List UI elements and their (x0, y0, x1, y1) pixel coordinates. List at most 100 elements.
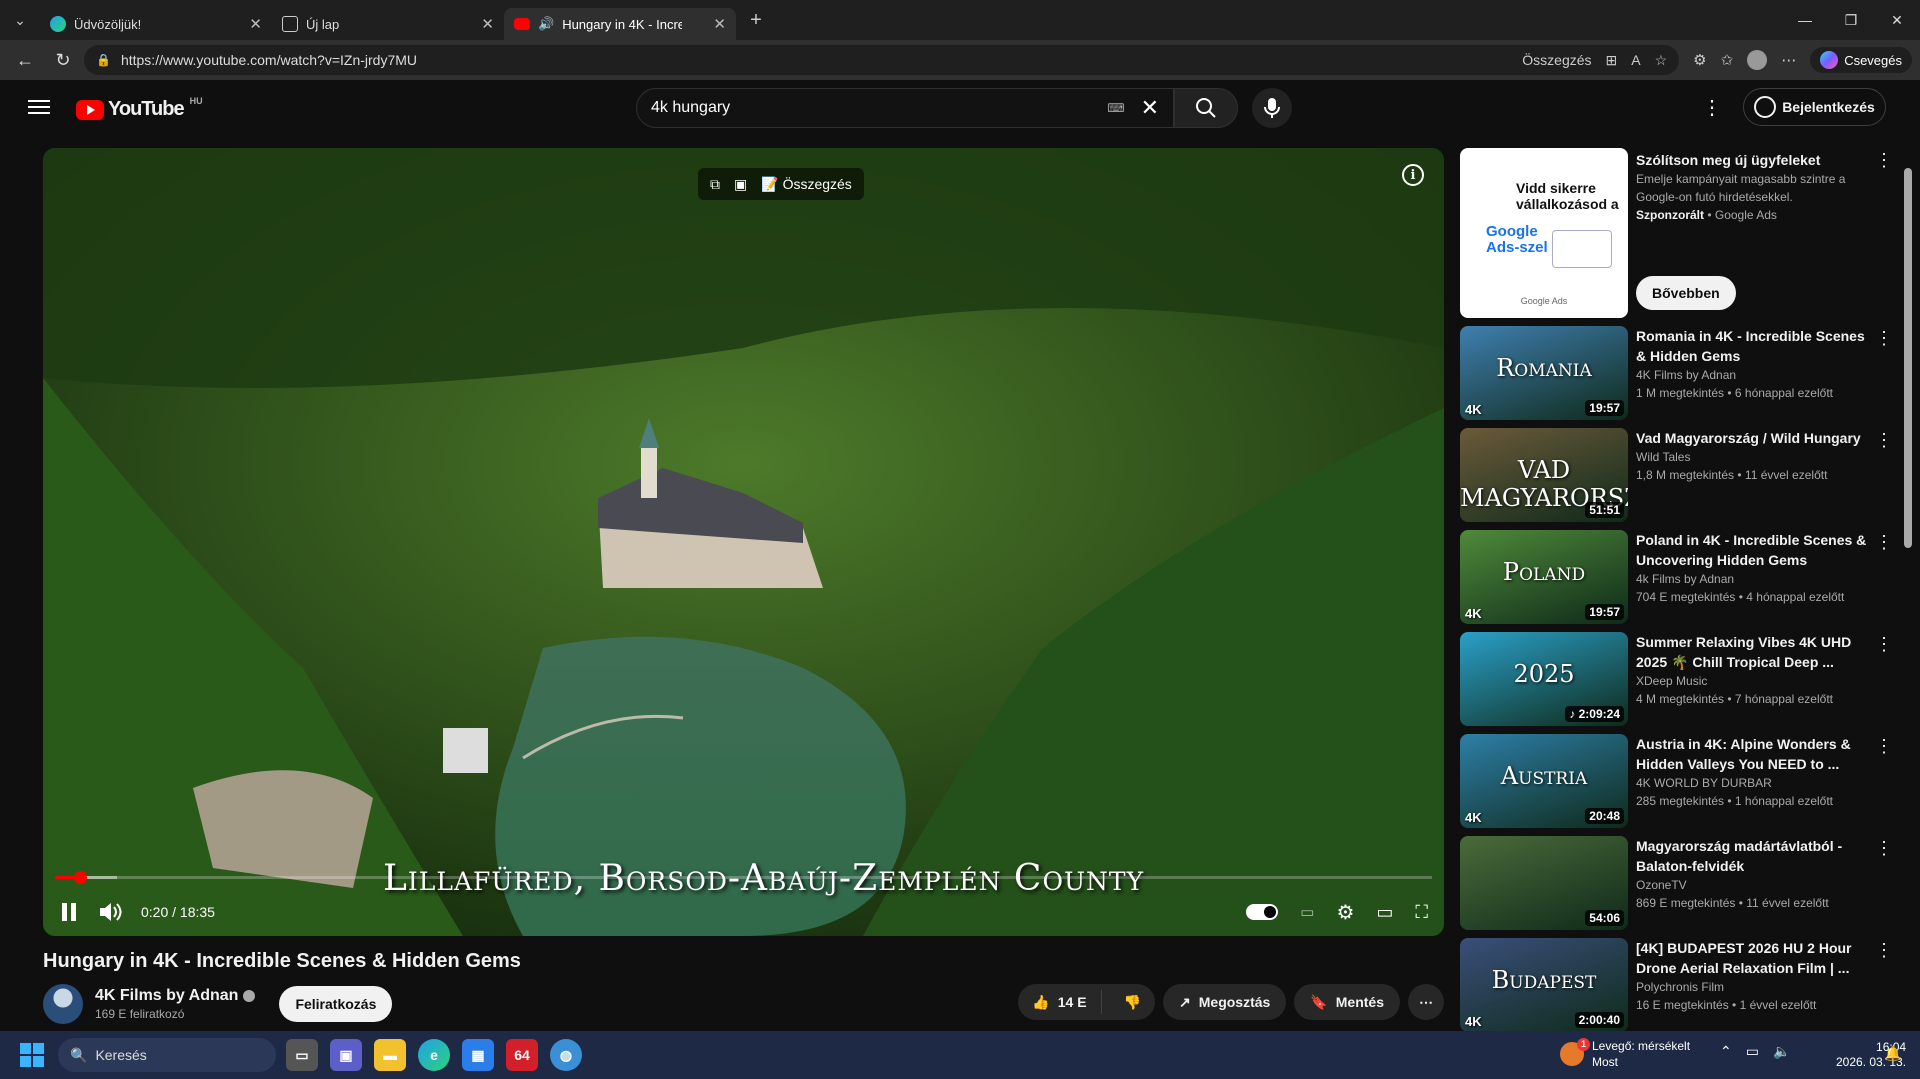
recommendation-item[interactable]: Budapest 4K 2:00:40 [4K] BUDAPEST 2026 HU 2… (1460, 938, 1896, 1040)
profile-avatar[interactable] (1747, 50, 1768, 70)
recommendation-more-icon[interactable]: ⋮ (1872, 430, 1896, 451)
channel-name[interactable]: 4K Films by Adnan (95, 987, 256, 1005)
subscribe-button[interactable]: Feliratkozás (279, 986, 393, 1022)
recommendation-item[interactable]: Austria 4K 20:48 Austria in 4K: Alpine Wond… (1460, 734, 1896, 836)
recommendation-title[interactable]: Poland in 4K - Incredible Scenes & Uncov… (1636, 530, 1868, 570)
more-actions-button[interactable]: ⋯ (1408, 984, 1444, 1020)
apps-icon[interactable]: ⊞ (1606, 52, 1618, 69)
lock-icon[interactable]: 🔒 (96, 53, 111, 67)
recommendation-thumbnail[interactable]: Romania 4K 19:57 (1460, 326, 1628, 420)
recommendation-channel[interactable]: Wild Tales (1636, 448, 1868, 466)
recommendation-more-icon[interactable]: ⋮ (1872, 634, 1896, 655)
volume-tray-icon[interactable]: 🔈 (1773, 1043, 1790, 1060)
search-input[interactable]: 4k hungary ⌨ ✕ (636, 88, 1174, 128)
recommendation-title[interactable]: Romania in 4K - Incredible Scenes & Hidd… (1636, 326, 1868, 366)
recommendation-more-icon[interactable]: ⋮ (1872, 940, 1896, 961)
recommendation-thumbnail[interactable]: 2025 ♪ 2:09:24 (1460, 632, 1628, 726)
copilot-button[interactable]: Csevegés (1810, 47, 1912, 73)
learn-more-button[interactable]: Bővebben (1636, 276, 1736, 310)
favorite-star-icon[interactable]: ☆ (1655, 52, 1668, 69)
speaker-icon[interactable]: 🔊 (538, 16, 554, 32)
teams-icon[interactable]: ▣ (330, 1039, 362, 1071)
favorites-icon[interactable]: ✩ (1721, 51, 1734, 69)
recommendation-channel[interactable]: Polychronis Film (1636, 978, 1868, 996)
extensions-icon[interactable]: ⚙ (1693, 51, 1706, 69)
recommendation-title[interactable]: Austria in 4K: Alpine Wonders & Hidden V… (1636, 734, 1868, 774)
close-tab-icon[interactable]: ✕ (481, 15, 494, 33)
close-window-icon[interactable]: ✕ (1874, 0, 1920, 40)
close-tab-icon[interactable]: ✕ (249, 15, 262, 33)
more-icon[interactable]: ⋯ (1781, 51, 1796, 69)
recommendation-channel[interactable]: OzoneTV (1636, 876, 1868, 894)
chevron-up-icon[interactable]: ⌃ (1720, 1043, 1732, 1060)
restore-icon[interactable]: ❐ (1828, 0, 1874, 40)
recommendation-thumbnail[interactable]: Austria 4K 20:48 (1460, 734, 1628, 828)
globe-app-icon[interactable]: ◍ (550, 1039, 582, 1071)
like-button[interactable]: 👍 14 E (1018, 990, 1102, 1014)
subtitles-icon[interactable]: ▭ (1300, 903, 1314, 921)
ad-more-icon[interactable]: ⋮ (1872, 150, 1896, 171)
settings-menu-icon[interactable]: ⋮ (1700, 96, 1724, 120)
recommendation-item[interactable]: VAD MAGYARORSZÁG51:51 Vad Magyarország / … (1460, 428, 1896, 530)
voice-search-button[interactable] (1252, 88, 1292, 128)
new-tab-button[interactable]: + (740, 4, 772, 36)
recommendation-item[interactable]: 2025 ♪ 2:09:24 Summer Relaxing Vibes 4K UH… (1460, 632, 1896, 734)
menu-icon[interactable] (28, 96, 50, 118)
edge-browser-icon[interactable]: e (418, 1039, 450, 1071)
video-player[interactable]: ⧉ ▣ 📝 Összegzés i Lillafüred, Borsod-Aba… (43, 148, 1444, 936)
clear-search-icon[interactable]: ✕ (1141, 95, 1159, 121)
recommendation-more-icon[interactable]: ⋮ (1872, 736, 1896, 757)
recommendation-more-icon[interactable]: ⋮ (1872, 838, 1896, 859)
network-icon[interactable]: ▭ (1746, 1043, 1759, 1060)
summary-pill[interactable]: 📝 Összegzés (761, 176, 852, 193)
recommendation-channel[interactable]: 4K WORLD BY DURBAR (1636, 774, 1868, 792)
tab-actions-menu[interactable]: ⌄ (0, 0, 40, 40)
save-button[interactable]: 🔖 Mentés (1294, 984, 1400, 1020)
dislike-button[interactable]: 👎 (1110, 994, 1155, 1011)
recommendation-title[interactable]: Vad Magyarország / Wild Hungary (1636, 428, 1868, 448)
read-aloud-icon[interactable]: A (1631, 52, 1640, 68)
recommendation-channel[interactable]: 4K Films by Adnan (1636, 366, 1868, 384)
url-field[interactable]: 🔒 https://www.youtube.com/watch?v=IZn-jr… (84, 45, 1680, 75)
channel-avatar[interactable] (43, 984, 83, 1024)
share-button[interactable]: ↗ Megosztás (1163, 984, 1287, 1020)
recommendation-thumbnail[interactable]: Poland 4K 19:57 (1460, 530, 1628, 624)
recommendation-item[interactable]: Romania 4K 19:57 Romania in 4K - Incredible… (1460, 326, 1896, 428)
recommendation-item[interactable]: 54:06 Magyarország madártávlatból - Balat… (1460, 836, 1896, 938)
close-tab-icon[interactable]: ✕ (713, 15, 726, 33)
file-explorer-icon[interactable]: ▬ (374, 1039, 406, 1071)
start-icon[interactable] (20, 1043, 44, 1067)
scrubber-handle[interactable] (73, 871, 87, 884)
app-64-icon[interactable]: 64 (506, 1039, 538, 1071)
tab-new[interactable]: Új lap ✕ (272, 8, 504, 40)
fullscreen-icon[interactable]: ⛶ (1415, 902, 1428, 923)
recommendation-item[interactable]: Poland 4K 19:57 Poland in 4K - Incredible S… (1460, 530, 1896, 632)
recommendation-channel[interactable]: XDeep Music (1636, 672, 1868, 690)
recommendation-title[interactable]: [4K] BUDAPEST 2026 HU 2 Hour Drone Aeria… (1636, 938, 1868, 978)
autoplay-toggle[interactable] (1246, 904, 1279, 920)
ad-title[interactable]: Szólítson meg új ügyfeleket (1636, 150, 1896, 170)
tab-youtube[interactable]: 🔊 Hungary in 4K - Incredible Sce ✕ (504, 8, 736, 40)
recommendation-thumbnail[interactable]: 54:06 (1460, 836, 1628, 930)
settings-gear-icon[interactable]: ⚙ (1336, 900, 1354, 925)
progress-bar[interactable] (55, 871, 1432, 884)
recommendation-title[interactable]: Magyarország madártávlatból - Balaton-fe… (1636, 836, 1868, 876)
scrollbar[interactable] (1904, 168, 1912, 548)
youtube-logo[interactable]: YouTube HU (76, 96, 203, 121)
volume-icon[interactable] (97, 900, 123, 924)
refresh-icon[interactable]: ↻ (46, 44, 80, 76)
taskbar-search[interactable]: 🔍 Keresés (58, 1038, 276, 1072)
ad-image[interactable]: Vidd sikerre vállalkozásod a Google Ads-… (1460, 148, 1628, 318)
weather-widget[interactable]: 1 Levegő: mérsékelt Most (1560, 1038, 1690, 1070)
minimize-icon[interactable]: — (1782, 0, 1828, 40)
notification-bell-icon[interactable]: 🔔 (1884, 1045, 1901, 1062)
recommendation-thumbnail[interactable]: Budapest 4K 2:00:40 (1460, 938, 1628, 1032)
theater-mode-icon[interactable]: ▭ (1376, 902, 1393, 923)
recommendation-more-icon[interactable]: ⋮ (1872, 328, 1896, 349)
store-icon[interactable]: ▦ (462, 1039, 494, 1071)
pause-icon[interactable] (59, 901, 79, 923)
miniplayer-icon[interactable]: ⧉ (710, 176, 720, 193)
tab-welcome[interactable]: Üdvözöljük! ✕ (40, 8, 272, 40)
recommendation-more-icon[interactable]: ⋮ (1872, 532, 1896, 553)
recommendation-thumbnail[interactable]: VAD MAGYARORSZÁG51:51 (1460, 428, 1628, 522)
